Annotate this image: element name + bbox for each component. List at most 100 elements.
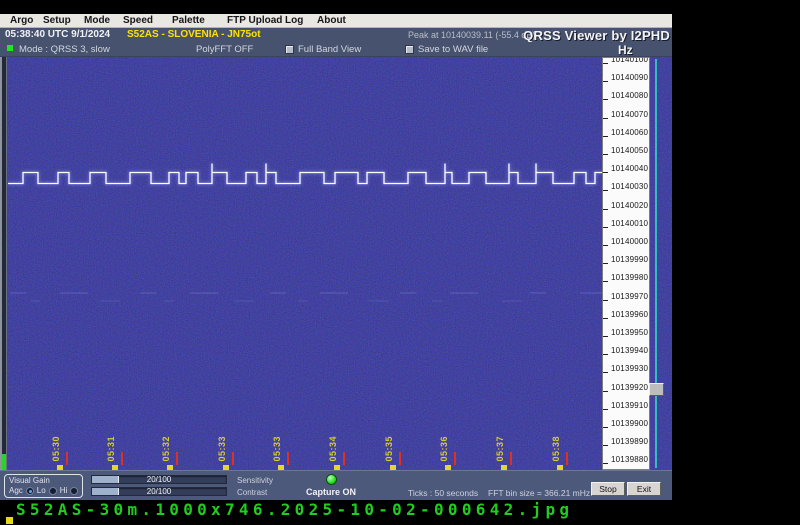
time-tick: 05:35	[390, 398, 410, 470]
menu-item-mode[interactable]: Mode	[84, 15, 110, 27]
freq-label: 10139920	[611, 383, 648, 392]
time-tick-label: 05:31	[106, 436, 116, 462]
time-tick-label: 05:36	[439, 436, 449, 462]
freq-tick-icon	[603, 300, 608, 301]
time-tick-label: 05:34	[328, 436, 338, 462]
freq-label: 10140020	[611, 201, 648, 210]
menu-item-log[interactable]: Log	[285, 15, 303, 27]
frequency-slider-track[interactable]	[655, 59, 657, 468]
freq-label: 10140080	[611, 91, 648, 100]
time-tick: 05:33	[278, 398, 298, 470]
mode-bar: Mode : QRSS 3, slow PolyFFT OFF Full Ban…	[0, 42, 672, 57]
freq-label: 10139970	[611, 292, 648, 301]
time-tick: 05:30	[57, 398, 77, 470]
freq-label: 10139880	[611, 455, 648, 464]
time-tick: 05:31	[112, 398, 132, 470]
save-to-wav-label: Save to WAV file	[418, 44, 488, 55]
contrast-value: 20/100	[92, 488, 226, 496]
time-tick: 05:33	[223, 398, 243, 470]
freq-label: 10139890	[611, 437, 648, 446]
save-to-wav-checkbox[interactable]	[405, 45, 414, 54]
time-tick-label: 05:38	[551, 436, 561, 462]
freq-tick-icon	[603, 81, 608, 82]
freq-label: 10139940	[611, 346, 648, 355]
time-tick-label: 05:37	[495, 436, 505, 462]
waterfall-display: 05:3005:3105:3205:3305:3305:3405:3505:36…	[0, 57, 602, 470]
time-tick: 05:34	[334, 398, 354, 470]
time-tick-label: 05:33	[217, 436, 227, 462]
polyfft-label[interactable]: PolyFFT OFF	[196, 44, 253, 55]
freq-label: 10140010	[611, 219, 648, 228]
time-tick: 05:32	[167, 398, 187, 470]
mode-indicator-icon	[7, 45, 13, 51]
menu-item-about[interactable]: About	[317, 15, 346, 27]
freq-tick-icon	[603, 245, 608, 246]
sensitivity-slider[interactable]: 20/100	[91, 475, 227, 484]
time-tick-label: 05:30	[51, 436, 61, 462]
menu-item-palette[interactable]: Palette	[172, 15, 205, 27]
freq-label: 10139980	[611, 273, 648, 282]
freq-label: 10139930	[611, 364, 648, 373]
visual-gain-radio-hi[interactable]	[70, 487, 78, 495]
freq-tick-icon	[603, 409, 608, 410]
time-tick: 05:37	[501, 398, 521, 470]
freq-label: 10140070	[611, 110, 648, 119]
spectrogram-area: 05:3005:3105:3205:3305:3305:3405:3505:36…	[0, 57, 672, 470]
freq-label: 10139950	[611, 328, 648, 337]
time-tick-mark-icon	[343, 452, 345, 465]
visual-gain-group: Visual Gain AgcLoHi	[4, 474, 83, 498]
app-title: QRSS Viewer by I2PHD	[523, 28, 670, 43]
contrast-label: Contrast	[237, 488, 267, 497]
mode-label: Mode : QRSS 3, slow	[19, 44, 110, 55]
freq-tick-icon	[603, 118, 608, 119]
visual-gain-option-label: Agc	[9, 486, 23, 495]
visual-gain-option-label: Lo	[37, 486, 46, 495]
freq-tick-icon	[603, 427, 608, 428]
freq-label: 10139960	[611, 310, 648, 319]
visual-gain-radio-agc[interactable]	[26, 487, 34, 495]
freq-label: 10140000	[611, 237, 648, 246]
frequency-slider-thumb[interactable]	[649, 383, 664, 396]
time-tick-label: 05:33	[272, 436, 282, 462]
menu-item-setup[interactable]: Setup	[43, 15, 71, 27]
time-tick-mark-icon	[287, 452, 289, 465]
time-tick-mark-icon	[454, 452, 456, 465]
fft-bin-info: FFT bin size = 366.21 mHz	[488, 488, 590, 498]
freq-tick-icon	[603, 263, 608, 264]
full-band-view-checkbox[interactable]	[285, 45, 294, 54]
visual-gain-option-label: Hi	[60, 486, 68, 495]
freq-tick-icon	[603, 445, 608, 446]
freq-label: 10140050	[611, 146, 648, 155]
contrast-slider[interactable]: 20/100	[91, 487, 227, 496]
menu-item-ftp-upload[interactable]: FTP Upload	[227, 15, 282, 27]
freq-tick-icon	[603, 354, 608, 355]
stop-button[interactable]: Stop	[591, 482, 625, 496]
full-band-view-label: Full Band View	[298, 44, 361, 55]
freq-label: 10139990	[611, 255, 648, 264]
time-tick-mark-icon	[176, 452, 178, 465]
time-tick-mark-icon	[399, 452, 401, 465]
freq-label: 10139910	[611, 401, 648, 410]
freq-tick-icon	[603, 281, 608, 282]
utc-datetime: 05:38:40 UTC 9/1/2024	[5, 29, 110, 40]
freq-label: 10140090	[611, 73, 648, 82]
freq-label: 10140030	[611, 182, 648, 191]
time-tick-label: 05:35	[384, 436, 394, 462]
exit-button[interactable]: Exit	[627, 482, 661, 496]
time-tick-label: 05:32	[161, 436, 171, 462]
time-tick-mark-icon	[66, 452, 68, 465]
time-tick-mark-icon	[510, 452, 512, 465]
freq-tick-icon	[603, 209, 608, 210]
menu-item-argo[interactable]: Argo	[10, 15, 33, 27]
freq-label: 10140060	[611, 128, 648, 137]
hz-unit-label: Hz	[618, 43, 633, 57]
peak-readout: Peak at 10140039.11 (-55.4 dB)	[408, 30, 535, 40]
ticks-info: Ticks : 50 seconds	[408, 488, 478, 498]
freq-tick-icon	[603, 63, 608, 64]
menu-item-speed[interactable]: Speed	[123, 15, 153, 27]
screenshot-filename: S52AS-30m.1000x746.2025-10-02-000642.jpg	[16, 500, 573, 519]
argo-window: Argo Setup Mode Speed Palette FTP UploadLog Ab…	[0, 14, 672, 500]
visual-gain-radio-lo[interactable]	[49, 487, 57, 495]
time-tick-mark-icon	[232, 452, 234, 465]
level-meter	[0, 57, 7, 470]
